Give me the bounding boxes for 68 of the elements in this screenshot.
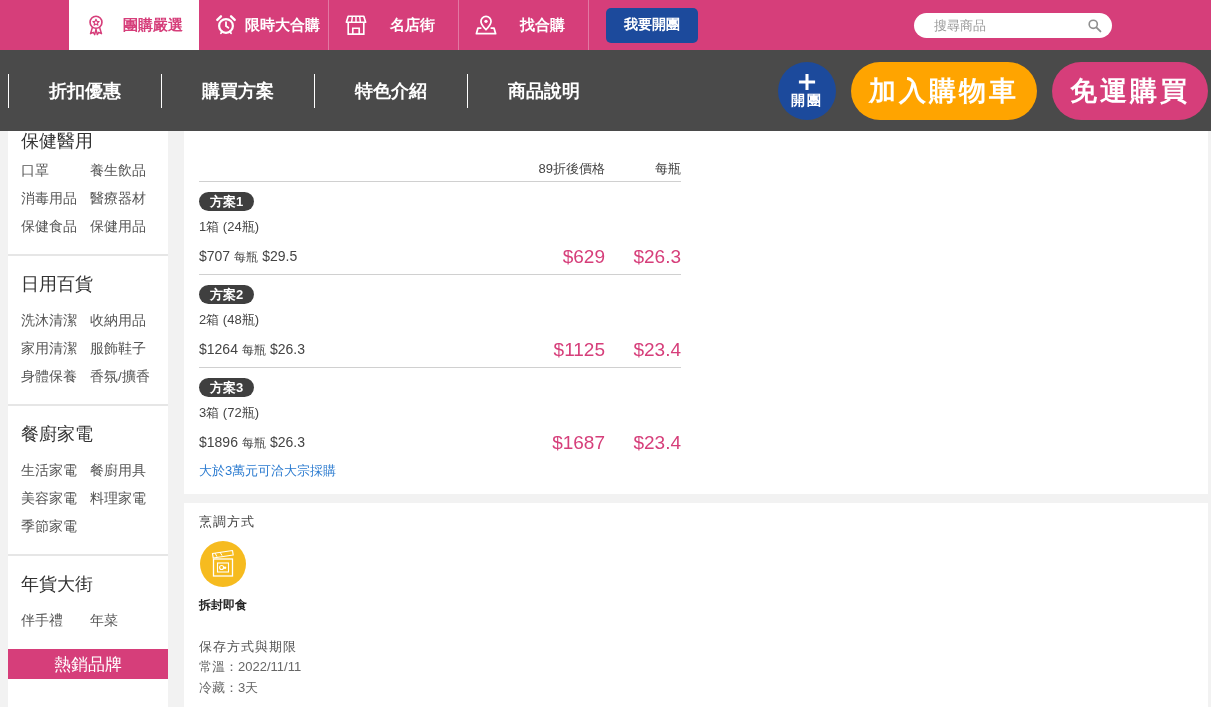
- plan-quantity: 1箱 (24瓶): [199, 218, 260, 236]
- category-link[interactable]: 洗沐清潔: [21, 307, 77, 335]
- per-bottle-label: 每瓶: [234, 249, 259, 266]
- category-link[interactable]: 家用清潔: [21, 335, 77, 363]
- search-field[interactable]: 搜尋商品: [914, 12, 1112, 38]
- category-link[interactable]: 保健用品: [90, 213, 146, 241]
- category-link[interactable]: 餐廚用具: [90, 457, 146, 485]
- discount-unit-price: $23.4: [632, 432, 681, 454]
- category-link[interactable]: 保健食品: [21, 213, 77, 241]
- section-title: 保存方式與期限: [199, 638, 298, 656]
- category-heading: 日用百貨: [21, 273, 94, 296]
- category-link[interactable]: 收納用品: [90, 307, 146, 335]
- discount-price: $1687: [551, 432, 605, 454]
- storefront-icon: [345, 14, 367, 36]
- category-link[interactable]: 生活家電: [21, 457, 77, 485]
- list-unit-price: $26.3: [269, 341, 305, 357]
- category-link[interactable]: 服飾鞋子: [90, 335, 146, 363]
- location-pin-icon: [475, 14, 497, 36]
- section-tab[interactable]: 商品說明: [467, 73, 620, 108]
- list-price: $707: [199, 248, 231, 264]
- plan-badge: 方案1: [199, 192, 255, 211]
- category-link[interactable]: 美容家電: [21, 485, 77, 513]
- category-link[interactable]: 料理家電: [90, 485, 146, 513]
- section-tab[interactable]: 折扣優惠: [8, 73, 161, 108]
- category-link[interactable]: 年菜: [90, 607, 118, 635]
- discount-unit-price: $26.3: [632, 246, 681, 268]
- discount-price: $1125: [552, 339, 605, 361]
- nav-tab[interactable]: 團購嚴選: [69, 0, 199, 50]
- category-link[interactable]: 季節家電: [21, 513, 77, 541]
- storage-info: 冷藏：3天: [199, 679, 260, 697]
- section-tab[interactable]: 特色介紹: [314, 73, 467, 108]
- discount-unit-price: $23.4: [632, 339, 681, 361]
- plan-badge: 方案2: [199, 285, 255, 304]
- category-link[interactable]: 消毒用品: [21, 185, 77, 213]
- per-bottle-label: 每瓶: [241, 435, 266, 452]
- plus-icon: [798, 73, 816, 91]
- column-header: 每瓶: [654, 160, 681, 178]
- discount-price: $629: [561, 246, 605, 268]
- category-heading: 餐廚家電: [21, 423, 94, 446]
- section-title: 烹調方式: [199, 513, 256, 531]
- section-tab[interactable]: 購買方案: [161, 73, 314, 108]
- plan-badge: 方案3: [199, 378, 255, 397]
- category-heading: 年貨大街: [21, 573, 94, 596]
- alarm-clock-icon: [215, 14, 237, 36]
- list-price: $1264: [199, 341, 238, 357]
- buy-button[interactable]: 免運購買: [1052, 61, 1208, 120]
- open-group-button[interactable]: 開團: [778, 61, 836, 120]
- section-banner: 熱銷品牌: [8, 649, 168, 679]
- storage-info: 常溫：2022/11/11: [199, 658, 303, 676]
- category-link[interactable]: 口罩: [21, 157, 49, 185]
- search-icon[interactable]: [1087, 17, 1102, 33]
- list-price: $1896: [199, 434, 238, 450]
- bulk-purchase-link[interactable]: 大於3萬元可洽大宗採購: [199, 463, 337, 478]
- category-heading: 保健醫用: [21, 131, 94, 151]
- start-group-button[interactable]: 我要開團: [606, 7, 698, 43]
- category-link[interactable]: 伴手禮: [21, 607, 63, 635]
- list-unit-price: $26.3: [269, 434, 305, 450]
- box-icon: [200, 541, 246, 587]
- plan-quantity: 2箱 (48瓶): [199, 311, 260, 329]
- column-header: 89折後價格: [537, 160, 605, 178]
- category-link[interactable]: 香氛/擴香: [90, 363, 150, 391]
- category-link[interactable]: 養生飲品: [90, 157, 146, 185]
- plan-quantity: 3箱 (72瓶): [199, 404, 260, 422]
- list-unit-price: $29.5: [262, 248, 298, 264]
- cooking-method-label: 拆封即食: [199, 597, 247, 613]
- category-link[interactable]: 醫療器材: [90, 185, 146, 213]
- per-bottle-label: 每瓶: [241, 342, 266, 359]
- category-link[interactable]: 身體保養: [21, 363, 77, 391]
